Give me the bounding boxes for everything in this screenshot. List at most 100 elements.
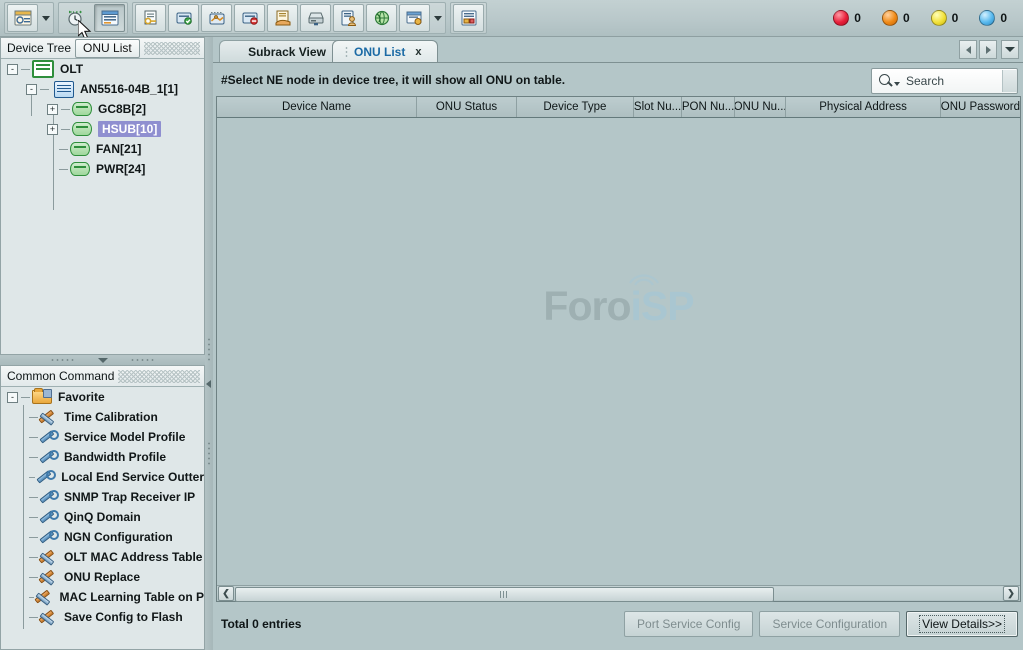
shelf-icon: [72, 102, 92, 116]
collapse-left-icon[interactable]: [206, 380, 211, 388]
table-horizontal-scrollbar[interactable]: ❮ ❯: [217, 585, 1020, 601]
window-config-dropdown-icon[interactable]: [431, 5, 444, 31]
globe-icon[interactable]: [366, 4, 397, 32]
server-stack-icon[interactable]: [300, 4, 331, 32]
next-tab-button[interactable]: [979, 40, 997, 59]
document-hand-icon[interactable]: [267, 4, 298, 32]
column-header-device-name[interactable]: Device Name: [217, 97, 417, 117]
expander-placeholder: [47, 145, 56, 154]
tree-node-pwr[interactable]: PWR[24]: [1, 159, 204, 179]
left-column: Device Tree ONU List - OLT -: [0, 37, 206, 650]
command-item-bandwidth-profile[interactable]: Bandwidth Profile: [1, 447, 204, 467]
command-item-qinq-domain[interactable]: QinQ Domain: [1, 507, 204, 527]
device-remove-icon[interactable]: [234, 4, 265, 32]
tree-node-hsub[interactable]: + HSUB[10]: [1, 119, 204, 139]
alarm-warning[interactable]: 0: [974, 10, 1007, 26]
wrench-blue-icon: [40, 490, 58, 504]
expander-expand-icon[interactable]: +: [47, 104, 58, 115]
alarm-major[interactable]: 0: [877, 10, 910, 26]
tree-node-an5516[interactable]: - AN5516-04B_1[1]: [1, 79, 204, 99]
tree-lead-line: [21, 397, 30, 398]
tree-lead-line: [29, 457, 38, 458]
column-header-pon-number[interactable]: PON Nu...: [682, 97, 734, 117]
command-item-snmp-trap-receiver-ip[interactable]: SNMP Trap Receiver IP: [1, 487, 204, 507]
column-header-onu-password[interactable]: ONU Password: [941, 97, 1020, 117]
device-scan-icon[interactable]: [201, 4, 232, 32]
column-header-physical-address[interactable]: Physical Address: [786, 97, 940, 117]
window-settings-icon[interactable]: [7, 4, 38, 32]
command-item-olt-mac-address-table[interactable]: OLT MAC Address Table: [1, 547, 204, 567]
tree-lead-line: [29, 577, 38, 578]
expander-collapse-icon[interactable]: -: [7, 392, 18, 403]
device-tree-panel: Device Tree ONU List - OLT -: [0, 37, 205, 355]
tools-orange-icon: [36, 590, 54, 604]
device-add-icon[interactable]: [168, 4, 199, 32]
tree-node-olt[interactable]: - OLT: [1, 59, 204, 79]
common-command-drag-grip[interactable]: [118, 370, 200, 383]
warning-alarm-count: 0: [1000, 11, 1007, 25]
alarm-critical[interactable]: 0: [828, 10, 861, 26]
view-details-button[interactable]: View Details>>: [906, 611, 1018, 637]
tree-node-gc8b[interactable]: + GC8B[2]: [1, 99, 204, 119]
tab-navigation: [957, 40, 1019, 59]
tree-lead-line: [29, 477, 35, 478]
command-item-label: MAC Learning Table on P: [60, 590, 204, 604]
wrench-blue-icon: [40, 430, 58, 444]
command-item-save-config-to-flash[interactable]: Save Config to Flash: [1, 607, 204, 627]
command-item-service-model-profile[interactable]: Service Model Profile: [1, 427, 204, 447]
toolbar-group-actions: [132, 2, 446, 34]
column-header-slot-number[interactable]: Slot Nu...: [634, 97, 683, 117]
scroll-track[interactable]: [235, 587, 1002, 600]
scroll-thumb[interactable]: [235, 587, 774, 602]
footer-buttons: Port Service Config Service Configuratio…: [618, 611, 1018, 637]
table-footer: Total 0 entries Port Service Config Serv…: [213, 604, 1023, 650]
clock-discovery-icon[interactable]: [61, 4, 92, 32]
command-item-label: Service Model Profile: [64, 430, 185, 444]
favorite-folder-node[interactable]: - Favorite: [1, 387, 204, 407]
window-settings-dropdown-icon[interactable]: [39, 5, 52, 31]
column-header-onu-status[interactable]: ONU Status: [417, 97, 517, 117]
port-service-config-button[interactable]: Port Service Config: [624, 611, 753, 637]
device-tree-drag-grip[interactable]: [144, 42, 200, 55]
document-key-icon[interactable]: [135, 4, 166, 32]
search-input[interactable]: Search: [871, 68, 1018, 94]
scroll-right-button[interactable]: ❯: [1003, 586, 1019, 601]
expander-collapse-icon[interactable]: -: [26, 84, 37, 95]
command-item-time-calibration[interactable]: Time Calibration: [1, 407, 204, 427]
panel-splitter-horizontal[interactable]: [0, 355, 205, 365]
toolbar-group-discovery: [58, 2, 128, 34]
expander-collapse-icon[interactable]: -: [7, 64, 18, 75]
server-user-icon[interactable]: [333, 4, 364, 32]
tree-lead-line: [59, 149, 68, 150]
command-item-local-end-service-outter[interactable]: Local End Service Outter: [1, 467, 204, 487]
tree-lead-line: [29, 517, 38, 518]
prev-tab-button[interactable]: [959, 40, 977, 59]
close-icon[interactable]: x: [415, 46, 421, 58]
tab-list-button[interactable]: [1001, 40, 1019, 59]
table-list-icon[interactable]: [94, 4, 125, 32]
service-configuration-button[interactable]: Service Configuration: [759, 611, 900, 637]
tree-node-fan[interactable]: FAN[21]: [1, 139, 204, 159]
report-window-icon[interactable]: [453, 4, 484, 32]
tree-node-label: GC8B[2]: [98, 102, 146, 116]
tree-lead-line: [59, 169, 68, 170]
collapse-triangle-icon[interactable]: [98, 358, 108, 363]
column-header-onu-number[interactable]: ONU Nu...: [735, 97, 787, 117]
toolbar-group-view: [4, 2, 54, 34]
expander-expand-icon[interactable]: +: [47, 124, 58, 135]
application-window: 0 0 0 0 Device Tree ONU List: [0, 0, 1023, 650]
toolbar-group-report: [450, 2, 487, 34]
command-item-label: NGN Configuration: [64, 530, 173, 544]
window-config-icon[interactable]: [399, 4, 430, 32]
scroll-left-button[interactable]: ❮: [218, 586, 234, 601]
alarm-minor[interactable]: 0: [926, 10, 959, 26]
tab-onu-list[interactable]: ONU List x: [332, 40, 438, 63]
command-item-onu-replace[interactable]: ONU Replace: [1, 567, 204, 587]
onu-list-pill-tab[interactable]: ONU List: [75, 39, 140, 58]
main-splitter-vertical[interactable]: [205, 37, 213, 650]
command-item-label: Local End Service Outter: [61, 470, 204, 484]
command-item-ngn-configuration[interactable]: NGN Configuration: [1, 527, 204, 547]
tab-bar: Subrack View ONU List x: [213, 37, 1023, 62]
column-header-device-type[interactable]: Device Type: [517, 97, 634, 117]
command-item-mac-learning-table[interactable]: MAC Learning Table on P: [1, 587, 204, 607]
